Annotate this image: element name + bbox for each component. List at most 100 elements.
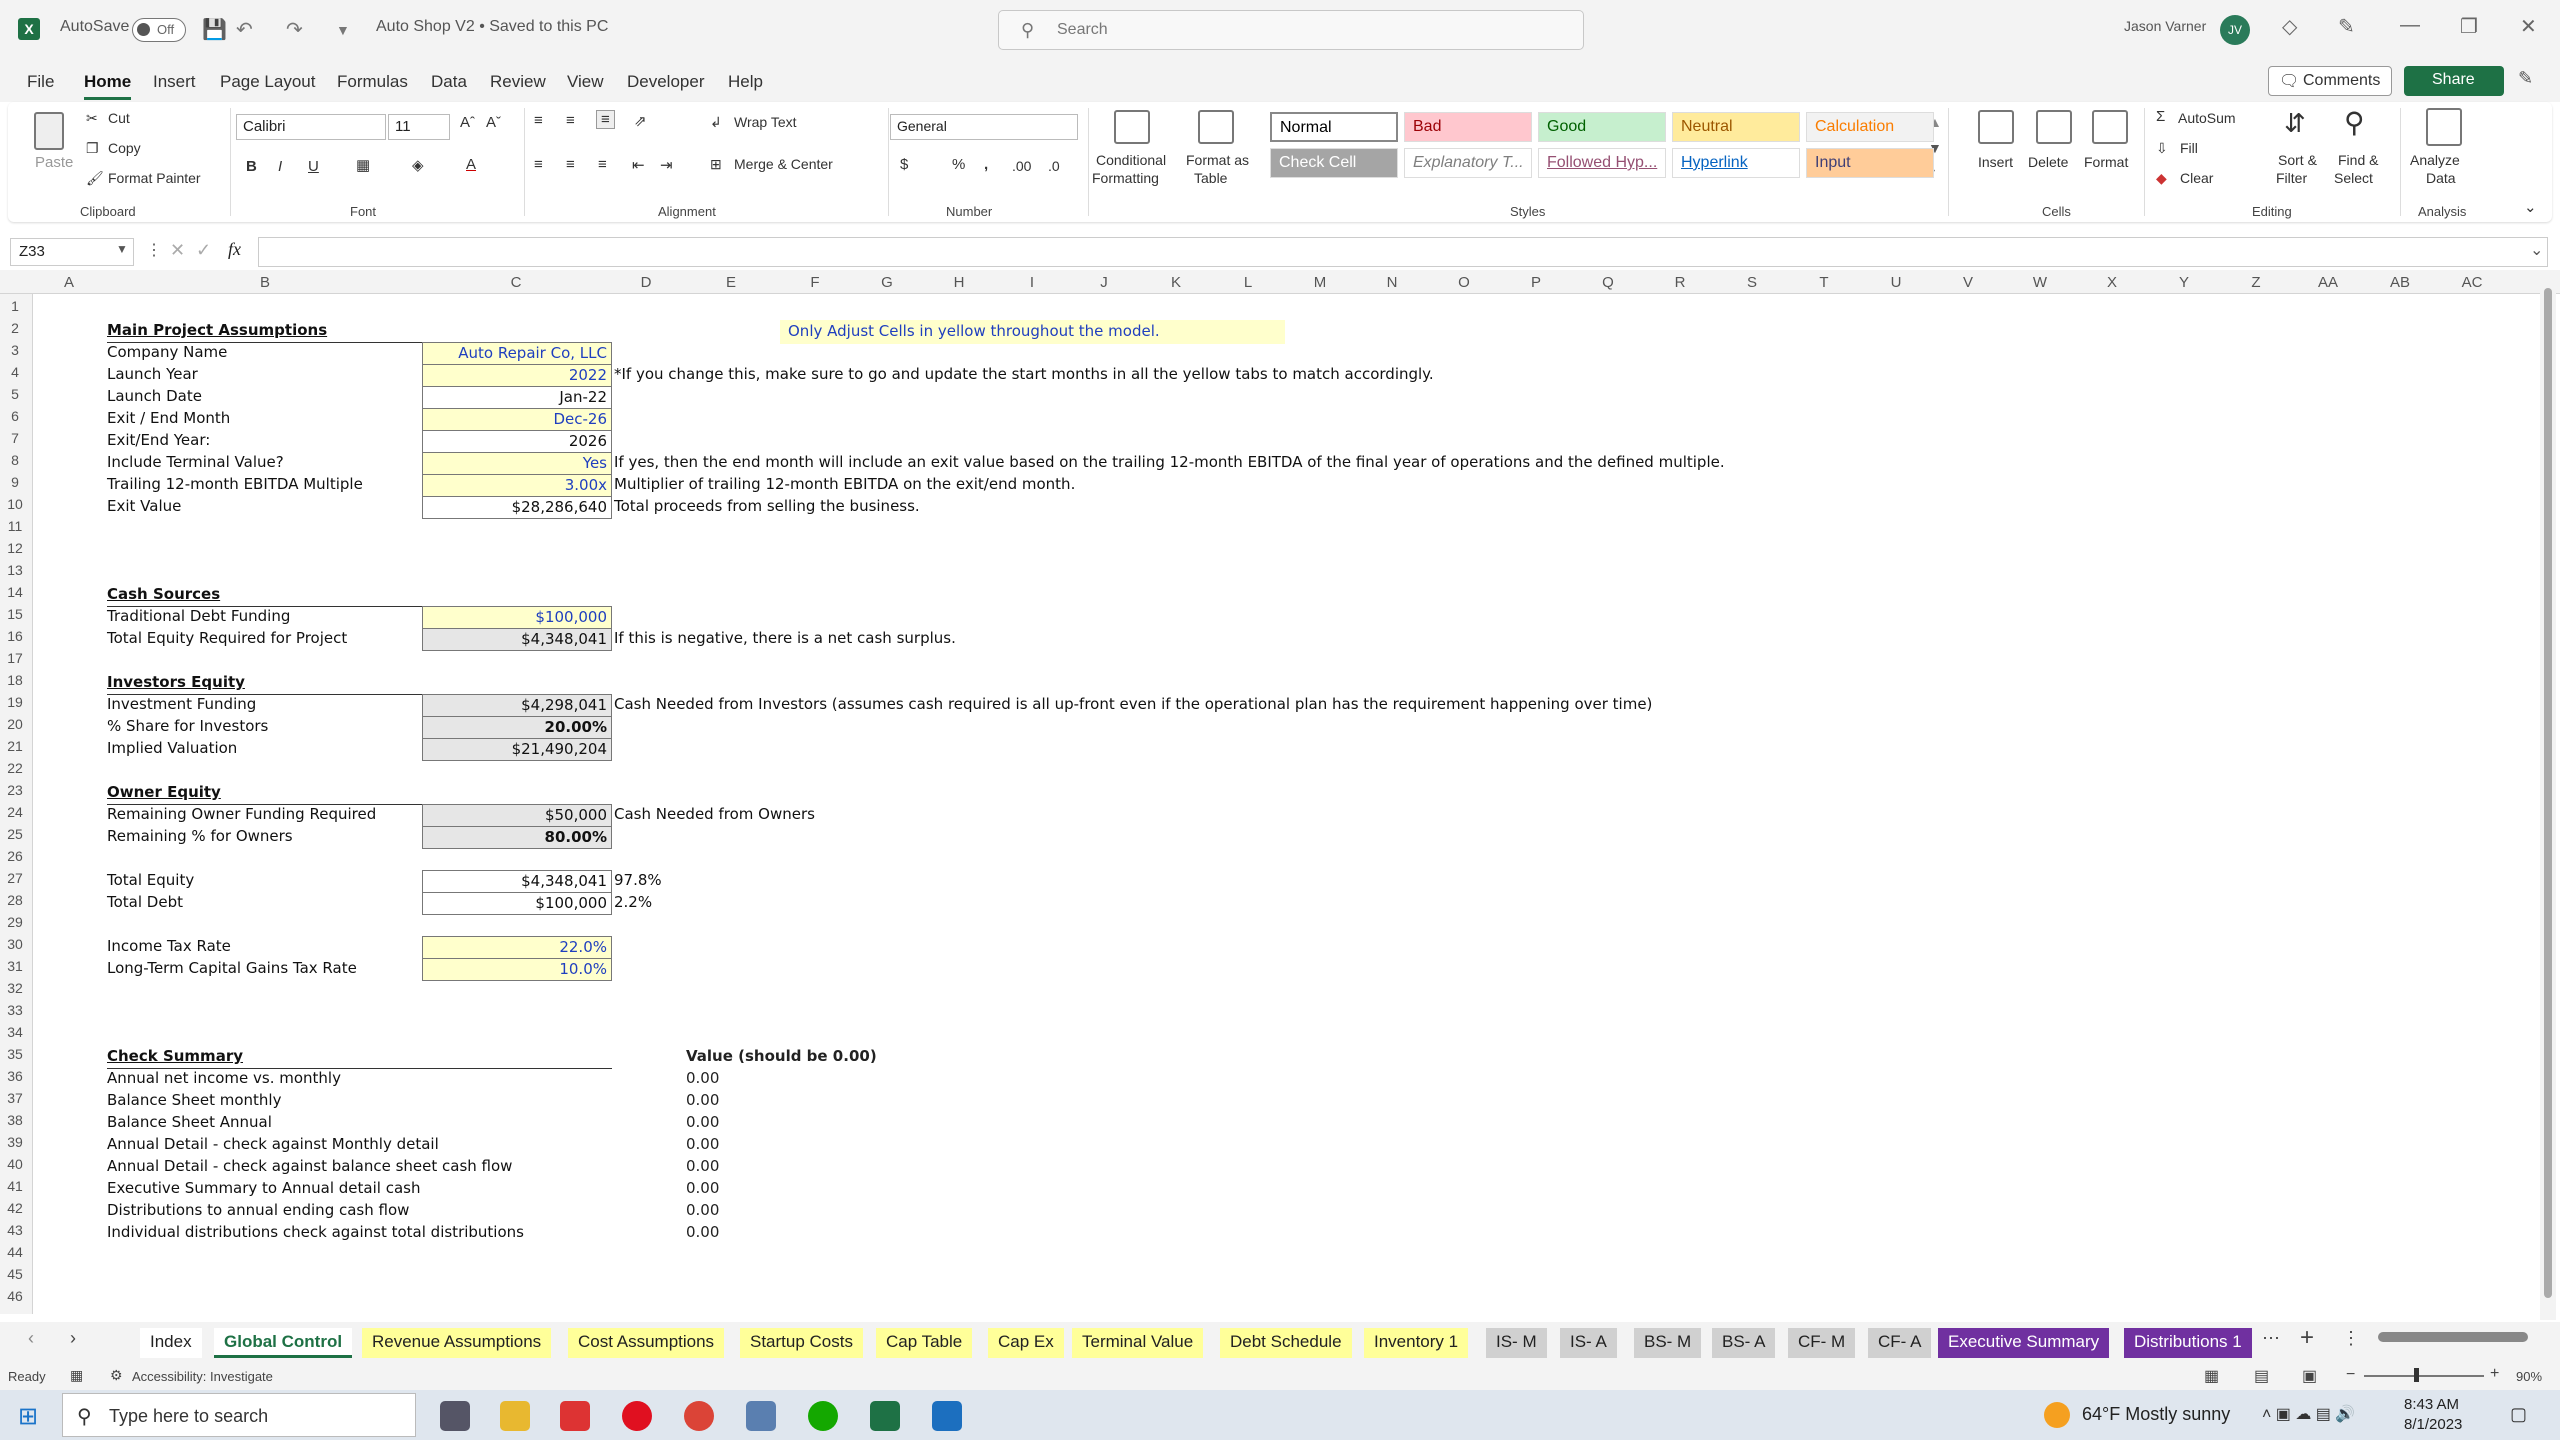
- cell-style-explanatory-t[interactable]: Explanatory T...: [1404, 148, 1532, 178]
- sheet-tab-cf-m[interactable]: CF- M: [1788, 1328, 1856, 1358]
- orientation-icon[interactable]: ⇗: [634, 112, 647, 130]
- row-header-33[interactable]: 33: [0, 1002, 30, 1018]
- menu-page-layout[interactable]: Page Layout: [220, 72, 315, 92]
- cell-style-normal[interactable]: Normal: [1270, 112, 1398, 142]
- column-header-r[interactable]: R: [1660, 274, 1700, 291]
- customize-qat-icon[interactable]: ▼: [336, 22, 350, 38]
- format-button[interactable]: Format: [2084, 154, 2128, 170]
- conditional-formatting-label-2[interactable]: Formatting: [1092, 170, 1159, 186]
- increase-font-icon[interactable]: Aˆ: [460, 114, 475, 131]
- page-layout-view-icon[interactable]: ▤: [2254, 1366, 2269, 1386]
- pen-icon[interactable]: ✎: [2338, 14, 2355, 39]
- italic-icon[interactable]: I: [278, 158, 282, 175]
- photos-icon[interactable]: [932, 1401, 962, 1431]
- more-sheets-icon[interactable]: ⋯: [2262, 1328, 2280, 1349]
- feedback-icon[interactable]: ✎: [2518, 68, 2533, 89]
- undo-icon[interactable]: ↶: [236, 17, 253, 42]
- share-button[interactable]: Share: [2404, 66, 2504, 96]
- clock-date[interactable]: 8/1/2023: [2404, 1416, 2462, 1433]
- sheet-tab-bs-m[interactable]: BS- M: [1634, 1328, 1702, 1358]
- column-header-t[interactable]: T: [1804, 274, 1844, 291]
- prev-sheet-icon[interactable]: ‹: [28, 1328, 34, 1349]
- normal-view-icon[interactable]: ▦: [2204, 1366, 2219, 1386]
- menu-file[interactable]: File: [27, 72, 54, 92]
- tax-rate-value-cell[interactable]: 10.0%: [422, 958, 612, 981]
- font-name-select[interactable]: Calibri: [236, 114, 386, 140]
- row-header-39[interactable]: 39: [0, 1134, 30, 1150]
- column-header-c[interactable]: C: [496, 274, 536, 291]
- underline-icon[interactable]: U: [308, 158, 319, 175]
- column-header-y[interactable]: Y: [2164, 274, 2204, 291]
- chrome-icon[interactable]: [684, 1401, 714, 1431]
- horizontal-scrollbar[interactable]: [2378, 1332, 2528, 1342]
- row-header-15[interactable]: 15: [0, 606, 30, 622]
- currency-icon[interactable]: $: [900, 156, 908, 173]
- font-size-select[interactable]: 11: [388, 114, 450, 140]
- column-header-u[interactable]: U: [1876, 274, 1916, 291]
- fill-color-icon[interactable]: ◈: [412, 156, 424, 174]
- row-header-21[interactable]: 21: [0, 738, 30, 754]
- row-header-34[interactable]: 34: [0, 1024, 30, 1040]
- find-select-label[interactable]: Find &: [2338, 152, 2378, 168]
- row-header-43[interactable]: 43: [0, 1222, 30, 1238]
- sheet-tab-global-control[interactable]: Global Control: [214, 1328, 353, 1358]
- bold-icon[interactable]: B: [246, 158, 257, 175]
- top-align-icon[interactable]: ≡: [534, 112, 543, 129]
- row-header-23[interactable]: 23: [0, 782, 30, 798]
- column-header-e[interactable]: E: [711, 274, 751, 291]
- vertical-scrollbar[interactable]: [2540, 274, 2556, 1320]
- delete-button[interactable]: Delete: [2028, 154, 2068, 170]
- autosum-button[interactable]: AutoSum: [2178, 110, 2236, 126]
- row-header-29[interactable]: 29: [0, 914, 30, 930]
- maximize-icon[interactable]: ❐: [2460, 14, 2478, 39]
- assumption-value-cell[interactable]: 3.00x: [422, 474, 612, 497]
- row-header-1[interactable]: 1: [0, 298, 30, 314]
- cell-style-calculation[interactable]: Calculation: [1806, 112, 1934, 142]
- row-header-2[interactable]: 2: [0, 320, 30, 336]
- row-header-13[interactable]: 13: [0, 562, 30, 578]
- next-sheet-icon[interactable]: ›: [70, 1328, 76, 1349]
- collapse-ribbon-icon[interactable]: ⌄: [2524, 198, 2537, 216]
- sheet-tab-revenue-assumptions[interactable]: Revenue Assumptions: [362, 1328, 552, 1358]
- zoom-level[interactable]: 90%: [2516, 1369, 2542, 1384]
- menu-home[interactable]: Home: [84, 72, 132, 100]
- fill-button[interactable]: Fill: [2180, 140, 2198, 156]
- column-header-ac[interactable]: AC: [2452, 274, 2492, 291]
- formula-input[interactable]: [258, 237, 2548, 267]
- row-header-22[interactable]: 22: [0, 760, 30, 776]
- close-icon[interactable]: ✕: [2520, 14, 2537, 39]
- sheet-tab-distributions-1[interactable]: Distributions 1: [2124, 1328, 2252, 1358]
- menu-insert[interactable]: Insert: [153, 72, 196, 92]
- find-select-label-2[interactable]: Select: [2334, 170, 2373, 186]
- sheet-tab-is-m[interactable]: IS- M: [1486, 1328, 1547, 1358]
- taskbar-search[interactable]: ⚲ Type here to search: [62, 1393, 416, 1437]
- assumption-value-cell[interactable]: 2022: [422, 364, 612, 387]
- system-tray-icons[interactable]: ˄ ▣ ☁ ▤ 🔊: [2262, 1404, 2355, 1424]
- assumption-value-cell[interactable]: Yes: [422, 452, 612, 475]
- accessibility-status[interactable]: Accessibility: Investigate: [132, 1369, 273, 1384]
- check-value[interactable]: 0.00: [686, 1112, 719, 1134]
- row-header-9[interactable]: 9: [0, 474, 30, 490]
- sheet-tab-cf-a[interactable]: CF- A: [1868, 1328, 1932, 1358]
- investor-value-cell[interactable]: $21,490,204: [422, 738, 612, 761]
- cell-style-neutral[interactable]: Neutral: [1672, 112, 1800, 142]
- check-value[interactable]: 0.00: [686, 1090, 719, 1112]
- weather-text[interactable]: 64°F Mostly sunny: [2082, 1404, 2230, 1425]
- tax-rate-value-cell[interactable]: 22.0%: [422, 936, 612, 959]
- sheet-tab-inventory-1[interactable]: Inventory 1: [1364, 1328, 1469, 1358]
- comma-icon[interactable]: ,: [984, 156, 988, 173]
- cell-style-followed-hyp[interactable]: Followed Hyp...: [1538, 148, 1666, 178]
- zoom-out-icon[interactable]: −: [2346, 1366, 2355, 1384]
- row-header-31[interactable]: 31: [0, 958, 30, 974]
- column-header-p[interactable]: P: [1516, 274, 1556, 291]
- menu-formulas[interactable]: Formulas: [337, 72, 408, 92]
- column-header-aa[interactable]: AA: [2308, 274, 2348, 291]
- column-header-o[interactable]: O: [1444, 274, 1484, 291]
- assumption-value-cell[interactable]: Jan-22: [422, 386, 612, 409]
- format-as-table-label-2[interactable]: Table: [1194, 170, 1227, 186]
- diamond-icon[interactable]: ◇: [2282, 14, 2297, 39]
- column-header-k[interactable]: K: [1156, 274, 1196, 291]
- cash-source-value-cell[interactable]: $100,000: [422, 606, 612, 629]
- notifications-icon[interactable]: ▢: [2510, 1404, 2527, 1425]
- row-header-30[interactable]: 30: [0, 936, 30, 952]
